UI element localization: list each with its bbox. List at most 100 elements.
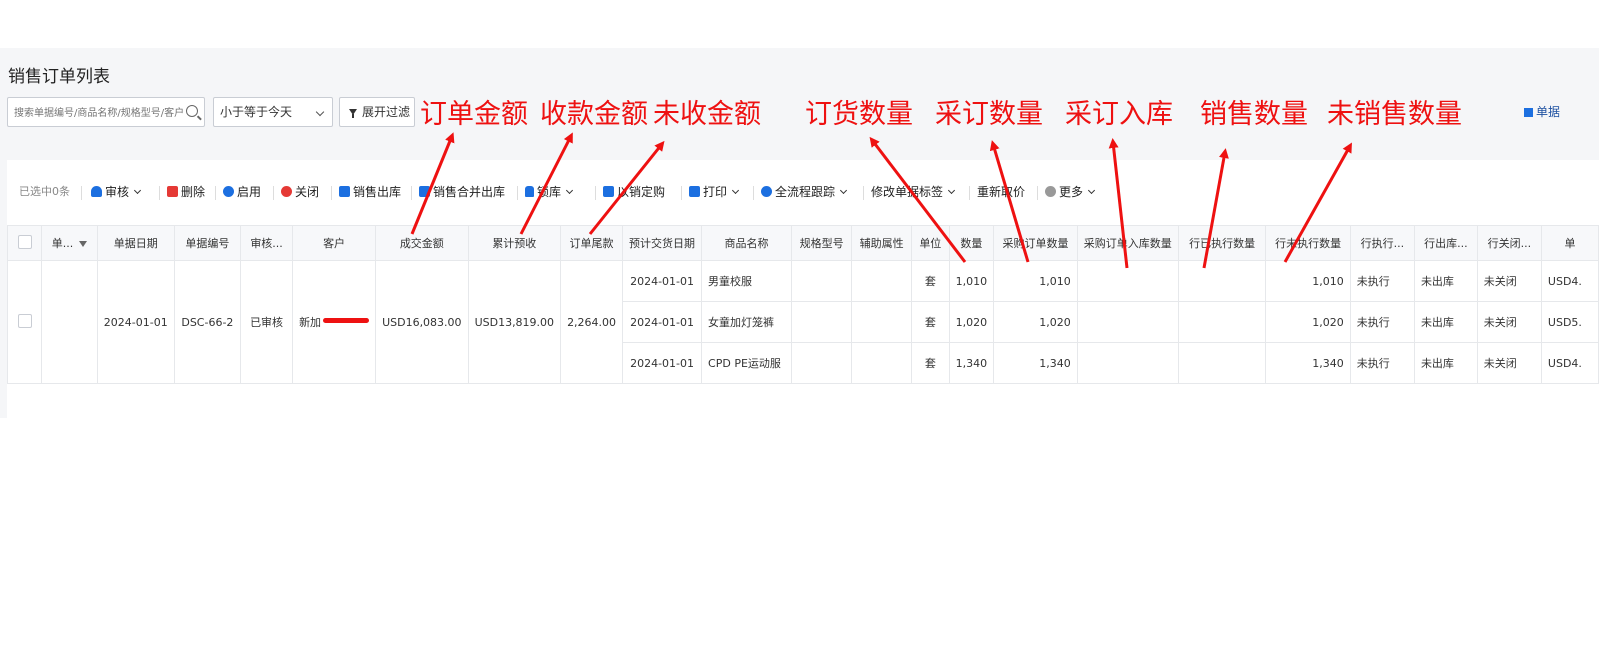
po-inbound-quantity bbox=[1076, 342, 1179, 384]
column-header[interactable]: 订单尾款 bbox=[560, 225, 624, 261]
column-header[interactable]: 行关闭... bbox=[1476, 225, 1542, 261]
upload-icon bbox=[339, 186, 350, 197]
column-header[interactable]: 行执行... bbox=[1349, 225, 1415, 261]
column-header[interactable]: 单... bbox=[41, 225, 98, 261]
merge-outbound-button[interactable]: 销售合并出库 bbox=[419, 183, 505, 200]
outbound-status: 未出库 bbox=[1413, 342, 1478, 384]
document-link[interactable]: 单据 bbox=[1524, 103, 1560, 120]
column-header[interactable]: 采购订单入库数量 bbox=[1076, 225, 1179, 261]
order-number-link[interactable]: DSC-66-2 bbox=[173, 260, 242, 384]
column-header[interactable]: 成交金额 bbox=[375, 225, 469, 261]
document-icon bbox=[1524, 108, 1533, 117]
column-header[interactable]: 行出库... bbox=[1413, 225, 1478, 261]
column-header[interactable]: 行未执行数量 bbox=[1265, 225, 1351, 261]
column-header[interactable]: 数量 bbox=[948, 225, 995, 261]
close-status: 未关闭 bbox=[1476, 301, 1542, 343]
balance-amount: 2,264.00 bbox=[560, 260, 624, 384]
approve-button[interactable]: 审核 bbox=[91, 183, 142, 200]
executed-quantity bbox=[1177, 301, 1267, 343]
column-header[interactable]: 单 bbox=[1540, 225, 1599, 261]
modify-tags-button[interactable]: 修改单据标签 bbox=[871, 183, 956, 200]
column-header[interactable]: 辅助属性 bbox=[851, 225, 912, 261]
unit-price: USD4. bbox=[1540, 260, 1599, 302]
date-range-select[interactable]: 小于等于今天 bbox=[213, 97, 333, 127]
product-name: 男童校服 bbox=[701, 260, 792, 302]
more-icon bbox=[1045, 186, 1056, 197]
po-inbound-quantity bbox=[1076, 260, 1179, 302]
product-name: CPD PE运动服 bbox=[701, 342, 792, 384]
select-all-checkbox[interactable] bbox=[6, 225, 43, 261]
delivery-date: 2024-01-01 bbox=[622, 342, 703, 384]
annotation-unreceived-amount: 未收金额 bbox=[653, 99, 761, 130]
enable-button[interactable]: 启用 bbox=[223, 183, 261, 200]
quantity: 1,010 bbox=[948, 260, 995, 302]
lock-icon bbox=[525, 186, 534, 197]
redaction-mark bbox=[323, 318, 370, 323]
divider bbox=[159, 186, 160, 200]
exec-status: 未执行 bbox=[1349, 260, 1415, 302]
column-header[interactable]: 客户 bbox=[292, 225, 377, 261]
sales-outbound-button[interactable]: 销售出库 bbox=[339, 183, 401, 200]
search-icon[interactable] bbox=[186, 105, 198, 117]
close-status: 未关闭 bbox=[1476, 260, 1542, 302]
annotation-order-quantity: 订货数量 bbox=[805, 99, 913, 130]
unit: 套 bbox=[910, 301, 950, 343]
divider bbox=[863, 186, 864, 200]
divider bbox=[273, 186, 274, 200]
delete-button[interactable]: 删除 bbox=[167, 183, 205, 200]
customer-name: 新加 bbox=[292, 260, 377, 384]
order-date: 2024-01-01 bbox=[96, 260, 175, 384]
edit-icon bbox=[603, 186, 614, 197]
unit: 套 bbox=[910, 342, 950, 384]
column-header[interactable]: 预计交货日期 bbox=[622, 225, 703, 261]
filter-icon[interactable] bbox=[79, 241, 88, 247]
search-box[interactable] bbox=[7, 97, 205, 127]
purchase-by-sales-button[interactable]: 以销定购 bbox=[603, 183, 665, 200]
print-button[interactable]: 打印 bbox=[689, 183, 740, 200]
search-input[interactable] bbox=[12, 101, 186, 125]
column-header[interactable]: 单据编号 bbox=[173, 225, 242, 261]
po-inbound-quantity bbox=[1076, 301, 1179, 343]
close-button[interactable]: 关闭 bbox=[281, 183, 319, 200]
spec bbox=[790, 342, 853, 384]
annotation-receipt-amount: 收款金额 bbox=[540, 99, 648, 130]
column-header[interactable]: 单位 bbox=[910, 225, 950, 261]
unit: 套 bbox=[910, 260, 950, 302]
delivery-date: 2024-01-01 bbox=[622, 301, 703, 343]
annotation-purchase-inbound: 采订入库 bbox=[1065, 99, 1173, 130]
column-header[interactable]: 单据日期 bbox=[96, 225, 175, 261]
column-header[interactable]: 采购订单数量 bbox=[993, 225, 1078, 261]
toolbar: 已选中0条 审核 删除 启用 关闭 销售出库 销售合并出库 锁库 以销定购 打印… bbox=[7, 178, 1599, 206]
divider bbox=[681, 186, 682, 200]
more-button[interactable]: 更多 bbox=[1045, 183, 1096, 200]
column-header[interactable]: 行已执行数量 bbox=[1177, 225, 1267, 261]
executed-quantity bbox=[1177, 342, 1267, 384]
column-header[interactable]: 审核... bbox=[240, 225, 294, 261]
unexecuted-quantity: 1,340 bbox=[1265, 342, 1351, 384]
column-header[interactable]: 规格型号 bbox=[790, 225, 853, 261]
lock-stock-button[interactable]: 锁库 bbox=[525, 183, 574, 200]
expand-filter-label: 展开过滤 bbox=[362, 105, 411, 119]
expand-filter-button[interactable]: 展开过滤 bbox=[339, 97, 415, 127]
chevron-down-icon bbox=[133, 186, 142, 195]
process-tracking-button[interactable]: 全流程跟踪 bbox=[761, 183, 848, 200]
order-table: 单... 单据日期 单据编号 审核... 客户 成交金额 累计预收 订单尾款 预… bbox=[6, 225, 1599, 384]
quantity: 1,020 bbox=[948, 301, 995, 343]
column-header[interactable]: 累计预收 bbox=[467, 225, 562, 261]
aux-attr bbox=[851, 342, 912, 384]
spec bbox=[790, 260, 853, 302]
play-icon bbox=[223, 186, 234, 197]
po-quantity: 1,020 bbox=[993, 301, 1078, 343]
table-row[interactable]: 2024-01-01 DSC-66-2 已审核 新加 USD16,083.00 … bbox=[6, 260, 1599, 384]
unexecuted-quantity: 1,020 bbox=[1265, 301, 1351, 343]
trash-icon bbox=[167, 186, 178, 197]
reprice-button[interactable]: 重新取价 bbox=[977, 183, 1025, 200]
annotation-sales-quantity: 销售数量 bbox=[1200, 99, 1308, 130]
executed-quantity bbox=[1177, 260, 1267, 302]
divider bbox=[81, 186, 82, 200]
user-icon bbox=[91, 186, 102, 197]
order-list-panel: 已选中0条 审核 删除 启用 关闭 销售出库 销售合并出库 锁库 以销定购 打印… bbox=[6, 160, 1599, 418]
merge-icon bbox=[419, 186, 430, 197]
column-header[interactable]: 商品名称 bbox=[701, 225, 792, 261]
row-checkbox[interactable] bbox=[6, 260, 43, 384]
